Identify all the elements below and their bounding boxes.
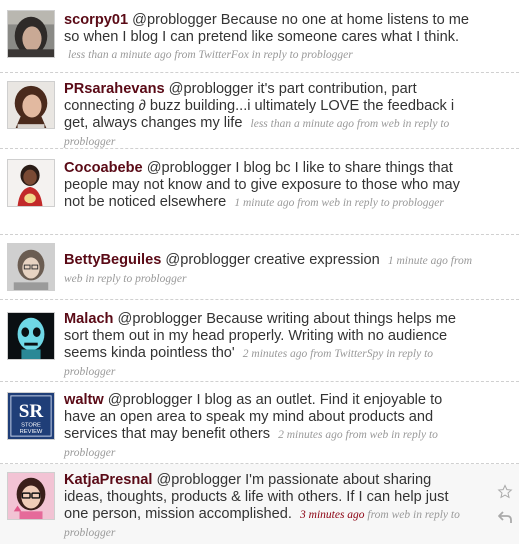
tweet-item: BettyBeguiles @problogger creative expre… xyxy=(0,235,519,300)
tweet-body: KatjaPresnal @problogger I'm passionate … xyxy=(64,472,474,542)
avatar[interactable] xyxy=(7,159,55,207)
tweet-username[interactable]: Malach xyxy=(64,311,113,327)
tweet-meta[interactable]: 1 minute ago from web in reply to problo… xyxy=(234,197,444,209)
tweet-item: SR STORE REVIEW waltw @problogger I blog… xyxy=(0,382,519,464)
tweet-username[interactable]: PRsarahevans xyxy=(64,81,165,97)
tweet-body: Malach @problogger Because writing about… xyxy=(64,311,474,381)
tweet-body: PRsarahevans @problogger it's part contr… xyxy=(64,81,474,151)
tweet-timestamp-link[interactable]: 3 minutes ago xyxy=(300,509,365,521)
tweet-item: scorpy01 @problogger Because no one at h… xyxy=(0,0,519,73)
avatar[interactable] xyxy=(7,10,55,58)
avatar-logo-text: SR xyxy=(19,401,44,422)
avatar[interactable] xyxy=(7,312,55,360)
tweet-username[interactable]: waltw xyxy=(64,392,104,408)
tweet-timeline: scorpy01 @problogger Because no one at h… xyxy=(0,0,519,544)
tweet-body: scorpy01 @problogger Because no one at h… xyxy=(64,12,474,64)
tweet-username[interactable]: BettyBeguiles xyxy=(64,252,161,268)
avatar[interactable]: SR STORE REVIEW xyxy=(7,392,55,440)
avatar[interactable] xyxy=(7,81,55,129)
favorite-star-icon[interactable] xyxy=(497,484,513,500)
tweet-actions xyxy=(497,484,513,530)
tweet-item: Cocoabebe @problogger I blog bc I like t… xyxy=(0,149,519,235)
tweet-body: waltw @problogger I blog as an outlet. F… xyxy=(64,392,474,462)
reply-arrow-icon[interactable] xyxy=(497,509,513,525)
tweet-text: @problogger creative expression xyxy=(165,252,380,268)
tweet-item: PRsarahevans @problogger it's part contr… xyxy=(0,73,519,149)
avatar[interactable] xyxy=(7,243,55,291)
tweet-username[interactable]: KatjaPresnal xyxy=(64,472,152,488)
avatar-logo-text: REVIEW xyxy=(20,429,43,435)
tweet-item: Malach @problogger Because writing about… xyxy=(0,300,519,382)
tweet-username[interactable]: scorpy01 xyxy=(64,12,128,28)
tweet-item: KatjaPresnal @problogger I'm passionate … xyxy=(0,464,519,544)
tweet-body: Cocoabebe @problogger I blog bc I like t… xyxy=(64,160,474,212)
tweet-meta[interactable]: less than a minute ago from TwitterFox i… xyxy=(68,49,353,61)
avatar-logo-text: STORE xyxy=(21,423,41,429)
tweet-body: BettyBeguiles @problogger creative expre… xyxy=(64,252,474,288)
tweet-username[interactable]: Cocoabebe xyxy=(64,160,143,176)
avatar[interactable] xyxy=(7,472,55,520)
